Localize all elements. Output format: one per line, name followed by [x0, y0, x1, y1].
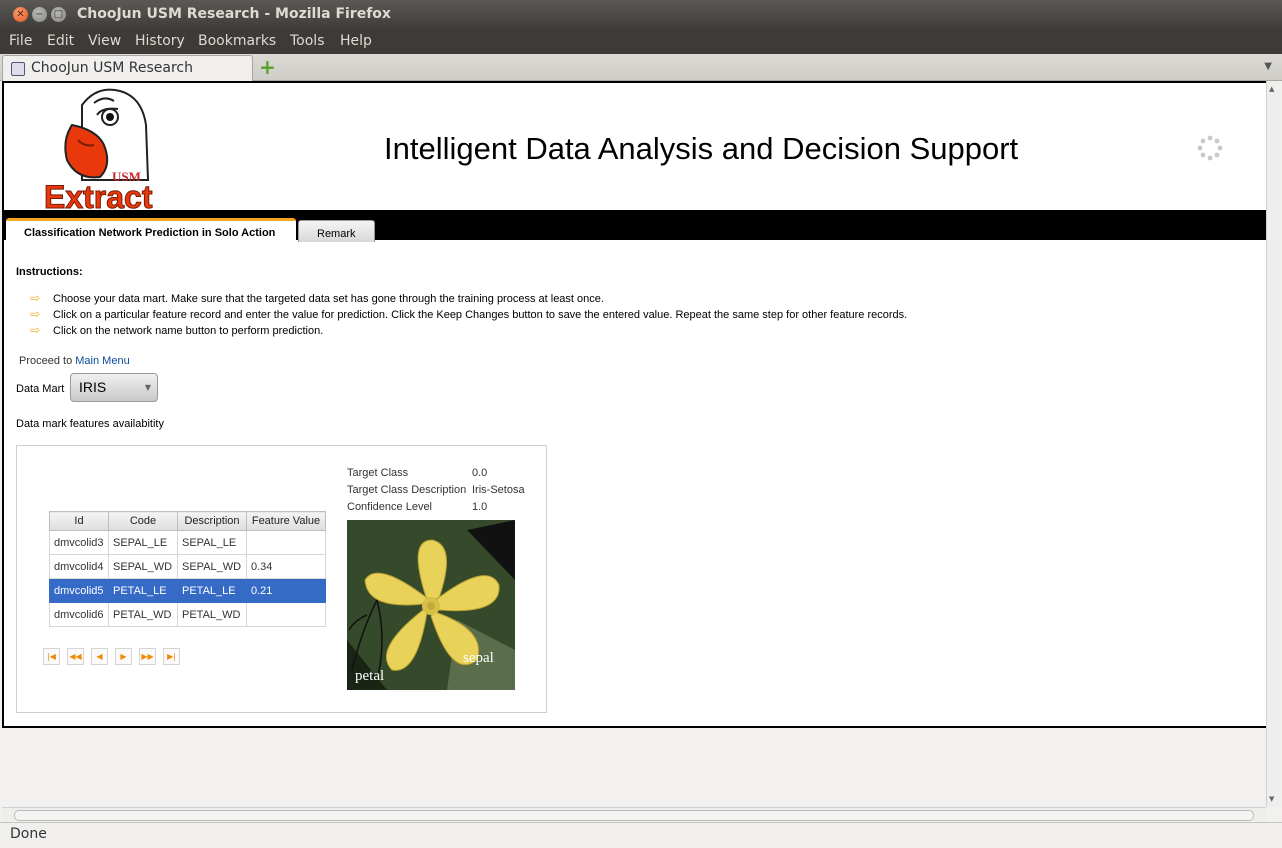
- menu-history[interactable]: History: [135, 33, 185, 49]
- fast-forward-icon[interactable]: ▶▶: [139, 648, 156, 665]
- loading-spinner-icon: [1197, 135, 1223, 161]
- instruction-item: Click on a particular feature record and…: [53, 309, 908, 321]
- bullet-arrow-icon: ⇨: [30, 291, 41, 305]
- vertical-scrollbar[interactable]: ▲ ▼: [1266, 81, 1281, 807]
- cell-feature-value[interactable]: 0.21: [246, 578, 326, 603]
- data-mart-selected-value: IRIS: [79, 379, 107, 395]
- cell-id: dmvcolid5: [49, 578, 109, 603]
- column-header-description[interactable]: Description: [177, 511, 247, 531]
- page-title: Intelligent Data Analysis and Decision S…: [384, 131, 1019, 166]
- tab-classification-prediction[interactable]: Classification Network Prediction in Sol…: [6, 218, 296, 246]
- bullet-arrow-icon: ⇨: [30, 323, 41, 337]
- horizontal-scroll-thumb[interactable]: [14, 810, 1254, 821]
- usm-extract-logo: USM Extract: [44, 88, 153, 210]
- tab-classification-prediction-label: Classification Network Prediction in Sol…: [24, 227, 276, 239]
- cell-id: dmvcolid4: [49, 554, 109, 579]
- sepal-label: sepal: [463, 650, 494, 666]
- cell-feature-value[interactable]: [246, 530, 326, 555]
- target-class-label: Target Class: [347, 467, 409, 479]
- tab-list-chevron-icon[interactable]: ▼: [1264, 61, 1272, 72]
- window-close-button[interactable]: ✕: [13, 7, 28, 22]
- first-page-icon[interactable]: |◀: [43, 648, 60, 665]
- menu-edit[interactable]: Edit: [47, 33, 74, 49]
- petal-label: petal: [355, 668, 384, 684]
- menubar: File Edit View History Bookmarks Tools H…: [0, 30, 1282, 54]
- cell-code: PETAL_WD: [108, 602, 178, 627]
- confidence-value: 1.0: [472, 501, 488, 513]
- iris-flower-image: petal sepal: [347, 520, 515, 690]
- proceed-text: Proceed to Main Menu: [19, 355, 130, 367]
- menu-bookmarks[interactable]: Bookmarks: [198, 33, 276, 49]
- window-title: ChooJun USM Research - Mozilla Firefox: [77, 6, 391, 22]
- prediction-panel: Id Code Description Feature Value dmvcol…: [16, 445, 547, 713]
- table-row[interactable]: dmvcolid3 SEPAL_LE SEPAL_LE: [49, 530, 326, 555]
- proceed-prefix: Proceed to: [19, 355, 73, 367]
- cell-feature-value[interactable]: [246, 602, 326, 627]
- cell-description: SEPAL_LE: [177, 530, 247, 555]
- next-page-icon[interactable]: ▶: [115, 648, 132, 665]
- tab-remark-label: Remark: [317, 228, 356, 240]
- tab-remark[interactable]: Remark: [298, 220, 375, 242]
- instruction-item: Click on the network name button to perf…: [53, 325, 324, 337]
- target-class-value: 0.0: [472, 467, 488, 479]
- scroll-up-arrow-icon[interactable]: ▲: [1269, 85, 1274, 93]
- cell-id: dmvcolid3: [49, 530, 109, 555]
- chevron-down-icon: ▼: [144, 383, 151, 392]
- menu-view[interactable]: View: [88, 33, 121, 49]
- browser-tab[interactable]: ChooJun USM Research: [2, 55, 253, 81]
- horizontal-scrollbar[interactable]: [2, 807, 1266, 822]
- window-titlebar: ✕ − □ ChooJun USM Research - Mozilla Fir…: [0, 0, 1282, 30]
- table-row-selected[interactable]: dmvcolid5 PETAL_LE PETAL_LE 0.21: [49, 578, 326, 603]
- cell-id: dmvcolid6: [49, 602, 109, 627]
- logo-extract-text: Extract: [44, 179, 153, 210]
- cell-description: PETAL_WD: [177, 602, 247, 627]
- last-page-icon[interactable]: ▶|: [163, 648, 180, 665]
- browser-tabbar: ChooJun USM Research + ▼: [0, 54, 1282, 81]
- column-header-feature-value[interactable]: Feature Value: [246, 511, 326, 531]
- favicon-icon: [11, 62, 25, 76]
- new-tab-plus-icon[interactable]: +: [259, 57, 276, 77]
- column-header-code[interactable]: Code: [108, 511, 178, 531]
- page-content: USM Extract Intelligent Data Analysis an…: [2, 81, 1268, 728]
- menu-tools[interactable]: Tools: [290, 33, 325, 49]
- previous-page-icon[interactable]: ◀: [91, 648, 108, 665]
- window-minimize-button[interactable]: −: [32, 7, 47, 22]
- cell-description: PETAL_LE: [177, 578, 247, 603]
- browser-tab-label: ChooJun USM Research: [31, 60, 193, 76]
- cell-description: SEPAL_WD: [177, 554, 247, 579]
- features-label: Data mark features availabitity: [16, 418, 164, 430]
- cell-code: PETAL_LE: [108, 578, 178, 603]
- menu-file[interactable]: File: [9, 33, 32, 49]
- status-bar: Done: [0, 822, 1282, 848]
- scroll-down-arrow-icon[interactable]: ▼: [1269, 795, 1274, 803]
- window-maximize-button[interactable]: □: [51, 7, 66, 22]
- main-menu-link[interactable]: Main Menu: [75, 355, 129, 367]
- table-row[interactable]: dmvcolid4 SEPAL_WD SEPAL_WD 0.34: [49, 554, 326, 579]
- data-mart-label: Data Mart: [16, 383, 65, 395]
- fast-rewind-icon[interactable]: ◀◀: [67, 648, 84, 665]
- bullet-arrow-icon: ⇨: [30, 307, 41, 321]
- cell-code: SEPAL_LE: [108, 530, 178, 555]
- table-header-row: Id Code Description Feature Value: [49, 511, 326, 531]
- target-desc-value: Iris-Setosa: [472, 484, 525, 496]
- confidence-label: Confidence Level: [347, 501, 433, 513]
- cell-feature-value[interactable]: 0.34: [246, 554, 326, 579]
- features-table: Id Code Description Feature Value dmvcol…: [49, 511, 326, 627]
- status-text: Done: [10, 826, 47, 842]
- table-row[interactable]: dmvcolid6 PETAL_WD PETAL_WD: [49, 602, 326, 627]
- instructions-heading: Instructions:: [16, 266, 83, 278]
- cell-code: SEPAL_WD: [108, 554, 178, 579]
- column-header-id[interactable]: Id: [49, 511, 109, 531]
- instruction-item: Choose your data mart. Make sure that th…: [53, 293, 604, 305]
- target-desc-label: Target Class Description: [347, 484, 467, 496]
- menu-help[interactable]: Help: [340, 33, 372, 49]
- data-mart-select[interactable]: IRIS ▼: [70, 373, 158, 402]
